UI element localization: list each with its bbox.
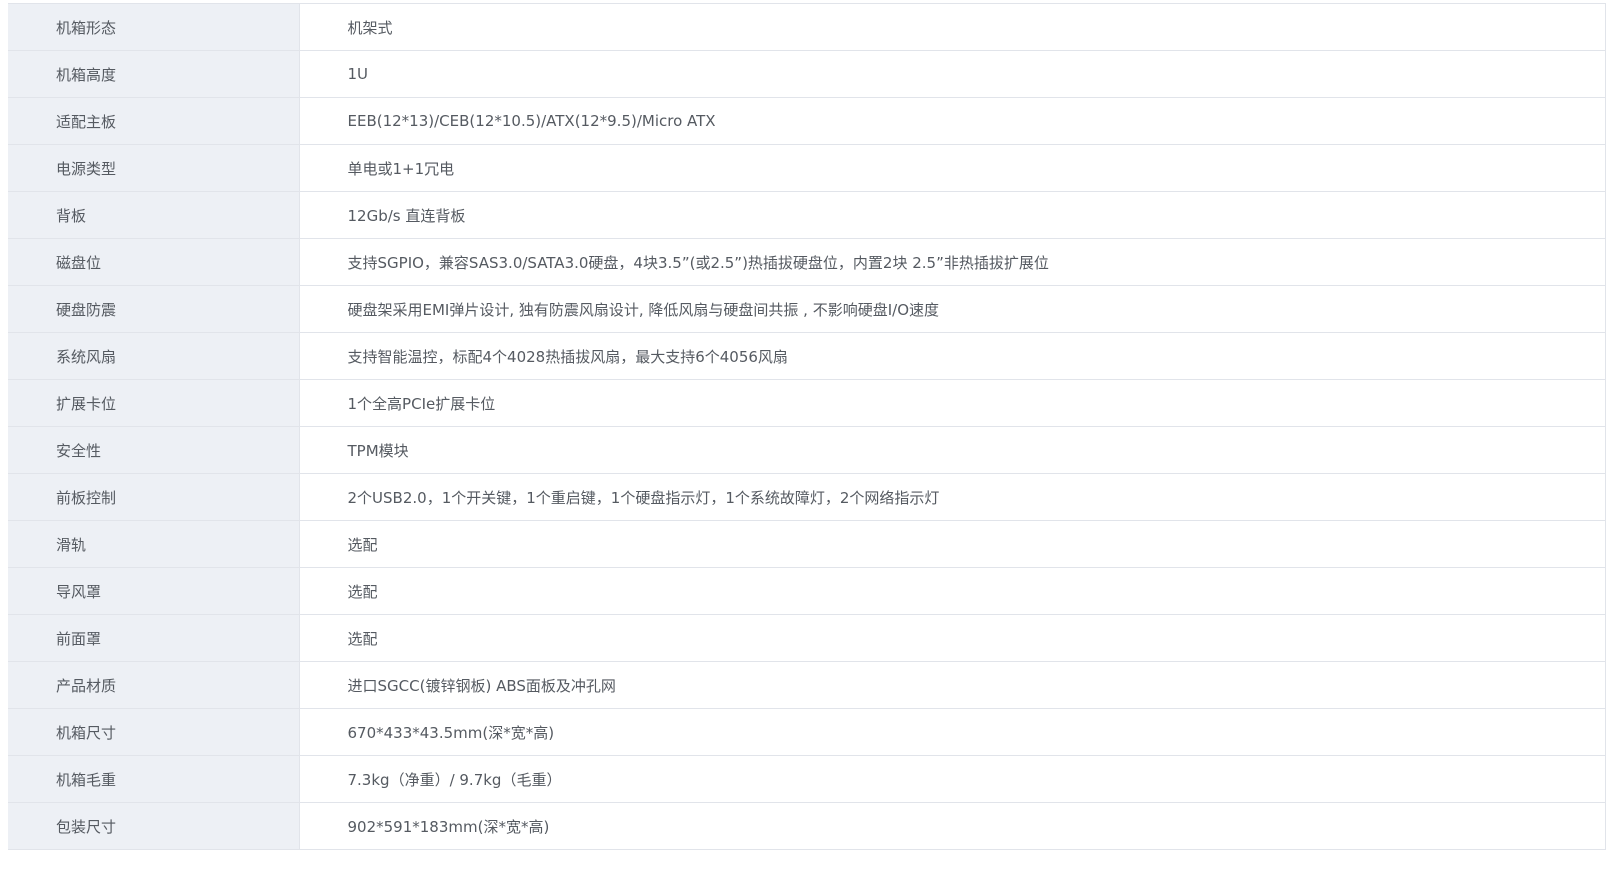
table-row: 适配主板 EEB(12*13)/CEB(12*10.5)/ATX(12*9.5)… <box>8 97 1606 145</box>
table-row: 机箱尺寸 670*433*43.5mm(深*宽*高) <box>8 708 1606 756</box>
table-row: 导风罩 选配 <box>8 567 1606 615</box>
spec-label: 机箱形态 <box>8 3 300 51</box>
spec-label: 硬盘防震 <box>8 285 300 333</box>
spec-value: 选配 <box>299 614 1606 662</box>
spec-value: 支持智能温控，标配4个4028热插拔风扇，最大支持6个4056风扇 <box>299 332 1606 380</box>
spec-value: 硬盘架采用EMI弹片设计, 独有防震风扇设计, 降低风扇与硬盘间共振 , 不影响… <box>299 285 1606 333</box>
spec-value: 7.3kg（净重）/ 9.7kg（毛重） <box>299 755 1606 803</box>
table-row: 安全性 TPM模块 <box>8 426 1606 474</box>
spec-label: 背板 <box>8 191 300 239</box>
spec-label: 适配主板 <box>8 97 300 145</box>
spec-value: 670*433*43.5mm(深*宽*高) <box>299 708 1606 756</box>
table-row: 电源类型 单电或1+1冗电 <box>8 144 1606 192</box>
spec-label: 机箱尺寸 <box>8 708 300 756</box>
spec-value: 选配 <box>299 520 1606 568</box>
table-row: 滑轨 选配 <box>8 520 1606 568</box>
table-row: 前板控制 2个USB2.0，1个开关键，1个重启键，1个硬盘指示灯，1个系统故障… <box>8 473 1606 521</box>
spec-label: 扩展卡位 <box>8 379 300 427</box>
table-row: 前面罩 选配 <box>8 614 1606 662</box>
table-row: 产品材质 进口SGCC(镀锌钢板) ABS面板及冲孔网 <box>8 661 1606 709</box>
spec-label: 导风罩 <box>8 567 300 615</box>
table-row: 硬盘防震 硬盘架采用EMI弹片设计, 独有防震风扇设计, 降低风扇与硬盘间共振 … <box>8 285 1606 333</box>
table-row: 机箱形态 机架式 <box>8 3 1606 51</box>
spec-value: 12Gb/s 直连背板 <box>299 191 1606 239</box>
spec-label: 包装尺寸 <box>8 802 300 850</box>
spec-label: 前面罩 <box>8 614 300 662</box>
spec-label: 系统风扇 <box>8 332 300 380</box>
spec-value: 1个全高PCIe扩展卡位 <box>299 379 1606 427</box>
table-row: 扩展卡位 1个全高PCIe扩展卡位 <box>8 379 1606 427</box>
table-row: 机箱高度 1U <box>8 50 1606 98</box>
table-row: 系统风扇 支持智能温控，标配4个4028热插拔风扇，最大支持6个4056风扇 <box>8 332 1606 380</box>
spec-value: TPM模块 <box>299 426 1606 474</box>
spec-value: 进口SGCC(镀锌钢板) ABS面板及冲孔网 <box>299 661 1606 709</box>
spec-label: 机箱毛重 <box>8 755 300 803</box>
spec-label: 滑轨 <box>8 520 300 568</box>
table-row: 背板 12Gb/s 直连背板 <box>8 191 1606 239</box>
table-row: 包装尺寸 902*591*183mm(深*宽*高) <box>8 802 1606 850</box>
spec-label: 前板控制 <box>8 473 300 521</box>
spec-value: 机架式 <box>299 3 1606 51</box>
table-row: 机箱毛重 7.3kg（净重）/ 9.7kg（毛重） <box>8 755 1606 803</box>
spec-value: 1U <box>299 50 1606 98</box>
table-row: 磁盘位 支持SGPIO，兼容SAS3.0/SATA3.0硬盘，4块3.5”(或2… <box>8 238 1606 286</box>
spec-table: 机箱形态 机架式 机箱高度 1U 适配主板 EEB(12*13)/CEB(12*… <box>8 3 1606 850</box>
spec-value: 902*591*183mm(深*宽*高) <box>299 802 1606 850</box>
spec-label: 电源类型 <box>8 144 300 192</box>
spec-label: 产品材质 <box>8 661 300 709</box>
spec-label: 机箱高度 <box>8 50 300 98</box>
spec-label: 磁盘位 <box>8 238 300 286</box>
spec-label: 安全性 <box>8 426 300 474</box>
spec-value: EEB(12*13)/CEB(12*10.5)/ATX(12*9.5)/Micr… <box>299 97 1606 145</box>
spec-table-body: 机箱形态 机架式 机箱高度 1U 适配主板 EEB(12*13)/CEB(12*… <box>8 3 1606 850</box>
spec-value: 2个USB2.0，1个开关键，1个重启键，1个硬盘指示灯，1个系统故障灯，2个网… <box>299 473 1606 521</box>
spec-value: 选配 <box>299 567 1606 615</box>
spec-value: 单电或1+1冗电 <box>299 144 1606 192</box>
spec-value: 支持SGPIO，兼容SAS3.0/SATA3.0硬盘，4块3.5”(或2.5”)… <box>299 238 1606 286</box>
